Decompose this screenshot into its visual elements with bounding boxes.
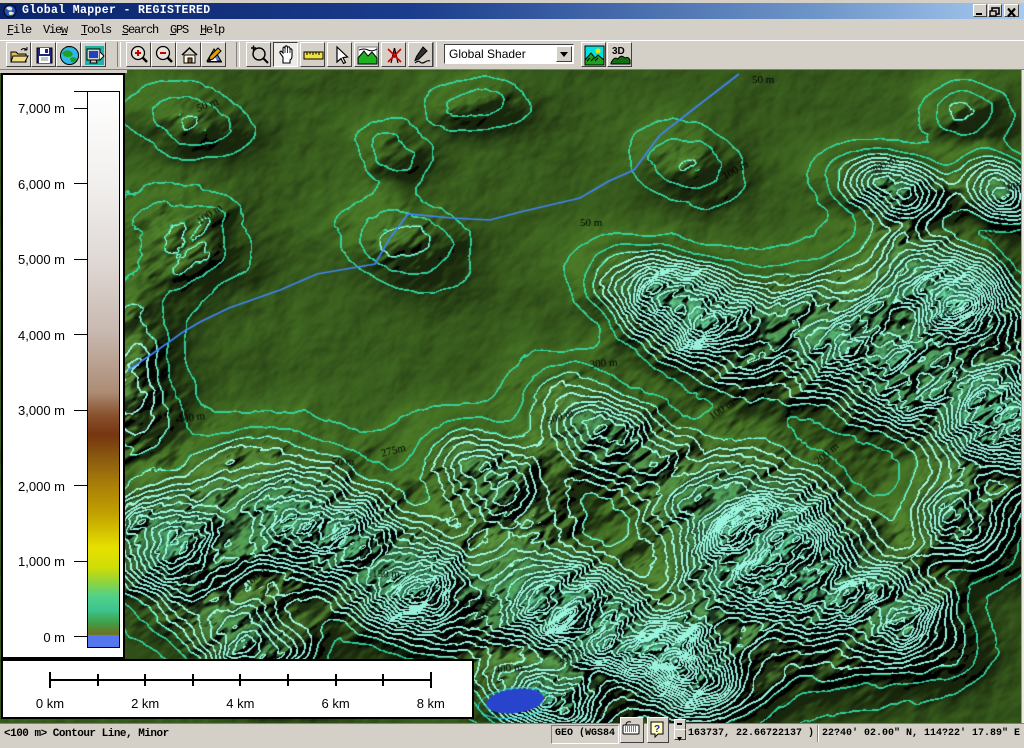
- svg-text:3D: 3D: [612, 46, 625, 57]
- svg-text:?: ?: [654, 724, 660, 735]
